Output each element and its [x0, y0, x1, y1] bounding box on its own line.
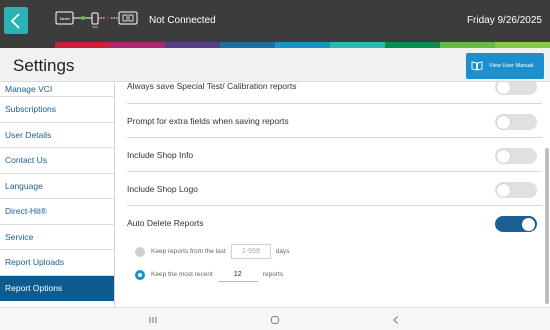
sidebar-item-label: Report Uploads: [5, 257, 65, 268]
sidebar-item-language[interactable]: Language: [0, 174, 114, 199]
setting-label: Always save Special Test/ Calibration re…: [127, 82, 297, 91]
svg-text:Tablet: Tablet: [59, 16, 71, 21]
top-bar: Tablet VCI × Not Connected Friday 9/26/2…: [0, 0, 550, 42]
toggle-knob: [497, 115, 510, 129]
connection-diagram-icon: Tablet VCI ×: [55, 11, 138, 29]
sidebar-item-label: Direct-Hit®: [5, 206, 47, 217]
sidebar-item-label: Language: [5, 180, 43, 191]
setting-row-include-shop-info: Include Shop Info: [127, 138, 542, 172]
toggle-knob: [497, 82, 510, 94]
setting-row-include-shop-logo: Include Shop Logo: [127, 172, 542, 206]
setting-label: Include Shop Logo: [127, 184, 198, 194]
system-nav-bar: [0, 307, 550, 330]
keep-count-suffix: reports: [262, 271, 284, 278]
sidebar-item-label: Manage VCI: [5, 84, 53, 94]
recent-apps-button[interactable]: [146, 313, 160, 327]
sidebar-item-label: Subscriptions: [5, 104, 57, 115]
connection-status: Not Connected: [149, 15, 216, 26]
sidebar-item-report-uploads[interactable]: Report Uploads: [0, 250, 114, 276]
keep-days-suffix: days: [275, 248, 290, 255]
recent-apps-icon: [149, 317, 157, 323]
toggle-prompt-extra-fields[interactable]: [495, 114, 537, 130]
toggle-save-special-test[interactable]: [495, 82, 537, 95]
toggle-auto-delete[interactable]: [495, 216, 537, 232]
keep-count-option: Keep the most recent 12 reports: [135, 267, 283, 282]
keep-count-radio[interactable]: [135, 269, 145, 280]
sidebar-item-label: Report Options: [5, 283, 63, 294]
home-icon: [271, 316, 279, 324]
book-icon: [471, 61, 483, 71]
chevron-left-icon: [10, 12, 20, 29]
svg-text:VCI: VCI: [92, 25, 97, 29]
sidebar-item-contact-us[interactable]: Contact Us: [0, 148, 114, 174]
toggle-include-shop-info[interactable]: [495, 148, 537, 164]
sidebar-item-label: Service: [5, 231, 34, 242]
back-nav-button[interactable]: [389, 313, 403, 327]
content-scrollbar[interactable]: [545, 148, 549, 304]
back-arrow-icon: [393, 316, 398, 324]
sidebar-item-manage-vci[interactable]: Manage VCI: [0, 82, 114, 97]
setting-label: Prompt for extra fields when saving repo…: [127, 116, 289, 126]
toggle-include-shop-logo[interactable]: [495, 182, 537, 198]
page-title: Settings: [13, 56, 75, 75]
sidebar-item-report-options[interactable]: Report Options: [0, 275, 114, 301]
sidebar-item-direct-hit[interactable]: Direct-Hit®: [0, 199, 114, 225]
keep-days-option: Keep reports from the last 1-999 days: [135, 244, 290, 259]
home-button[interactable]: [268, 313, 282, 327]
toggle-knob: [497, 183, 510, 197]
sidebar-item-user-details[interactable]: User Details: [0, 123, 114, 148]
setting-label: Include Shop Info: [127, 150, 194, 160]
keep-count-input[interactable]: 12: [217, 267, 258, 282]
keep-days-prefix: Keep reports from the last: [151, 248, 226, 255]
setting-row-auto-delete: Auto Delete Reports: [127, 206, 542, 240]
setting-row-save-special-test: Always save Special Test/ Calibration re…: [127, 82, 542, 104]
toggle-knob: [497, 149, 510, 163]
sidebar-item-service[interactable]: Service: [0, 225, 114, 250]
keep-days-radio[interactable]: [135, 246, 145, 257]
setting-label: Auto Delete Reports: [127, 218, 204, 228]
svg-text:×: ×: [106, 16, 110, 22]
sidebar-item-label: User Details: [5, 129, 52, 140]
keep-days-input[interactable]: 1-999: [230, 244, 271, 259]
view-user-manual-button[interactable]: View User Manual: [466, 53, 544, 79]
sidebar-item-label: Contact Us: [5, 155, 48, 166]
sidebar-item-subscriptions[interactable]: Subscriptions: [0, 97, 114, 123]
settings-sidebar: Manage VCI Subscriptions User Details Co…: [0, 82, 115, 307]
keep-count-prefix: Keep the most recent: [151, 271, 213, 278]
toggle-knob: [522, 217, 535, 231]
date-display: Friday 9/26/2025: [466, 15, 542, 26]
view-user-manual-label: View User Manual: [489, 63, 534, 69]
setting-row-prompt-extra-fields: Prompt for extra fields when saving repo…: [127, 104, 542, 138]
back-button[interactable]: [4, 7, 28, 34]
